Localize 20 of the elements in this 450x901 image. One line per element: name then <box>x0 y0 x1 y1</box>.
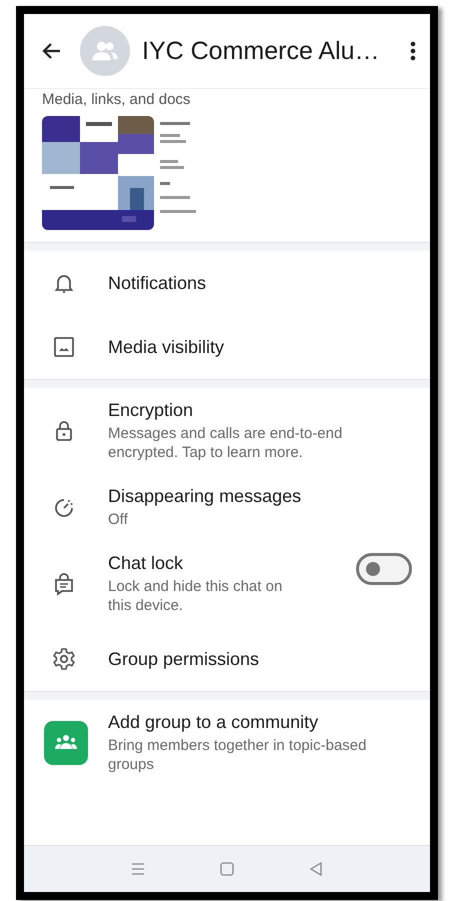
home-icon[interactable] <box>218 861 235 877</box>
item-subtitle: Off <box>108 510 129 529</box>
item-subtitle: Bring members together in topic-based groups <box>108 736 368 774</box>
image-icon <box>52 335 76 359</box>
back-icon[interactable] <box>42 41 62 61</box>
chat-lock-icon <box>52 572 76 596</box>
group-title: IYC Commerce Alu… <box>142 36 381 66</box>
item-title: Notifications <box>108 272 208 294</box>
section-heading: Media, links, and docs <box>42 91 192 108</box>
item-subtitle: Lock and hide this chat on this device. <box>108 577 284 615</box>
item-subtitle: Messages and calls are end-to-end encrypted. Tap to learn more. <box>108 424 344 462</box>
item-title: Media visibility <box>108 336 226 358</box>
toggle-switch[interactable] <box>356 553 412 585</box>
item-title: Encryption <box>108 400 194 421</box>
item-title: Chat lock <box>108 553 184 574</box>
settings-icon <box>52 647 76 671</box>
item-title: Add group to a community <box>108 712 320 733</box>
item-title: Group permissions <box>108 648 260 670</box>
item-title: Disappearing messages <box>108 486 302 507</box>
menu-icon[interactable] <box>410 41 416 61</box>
